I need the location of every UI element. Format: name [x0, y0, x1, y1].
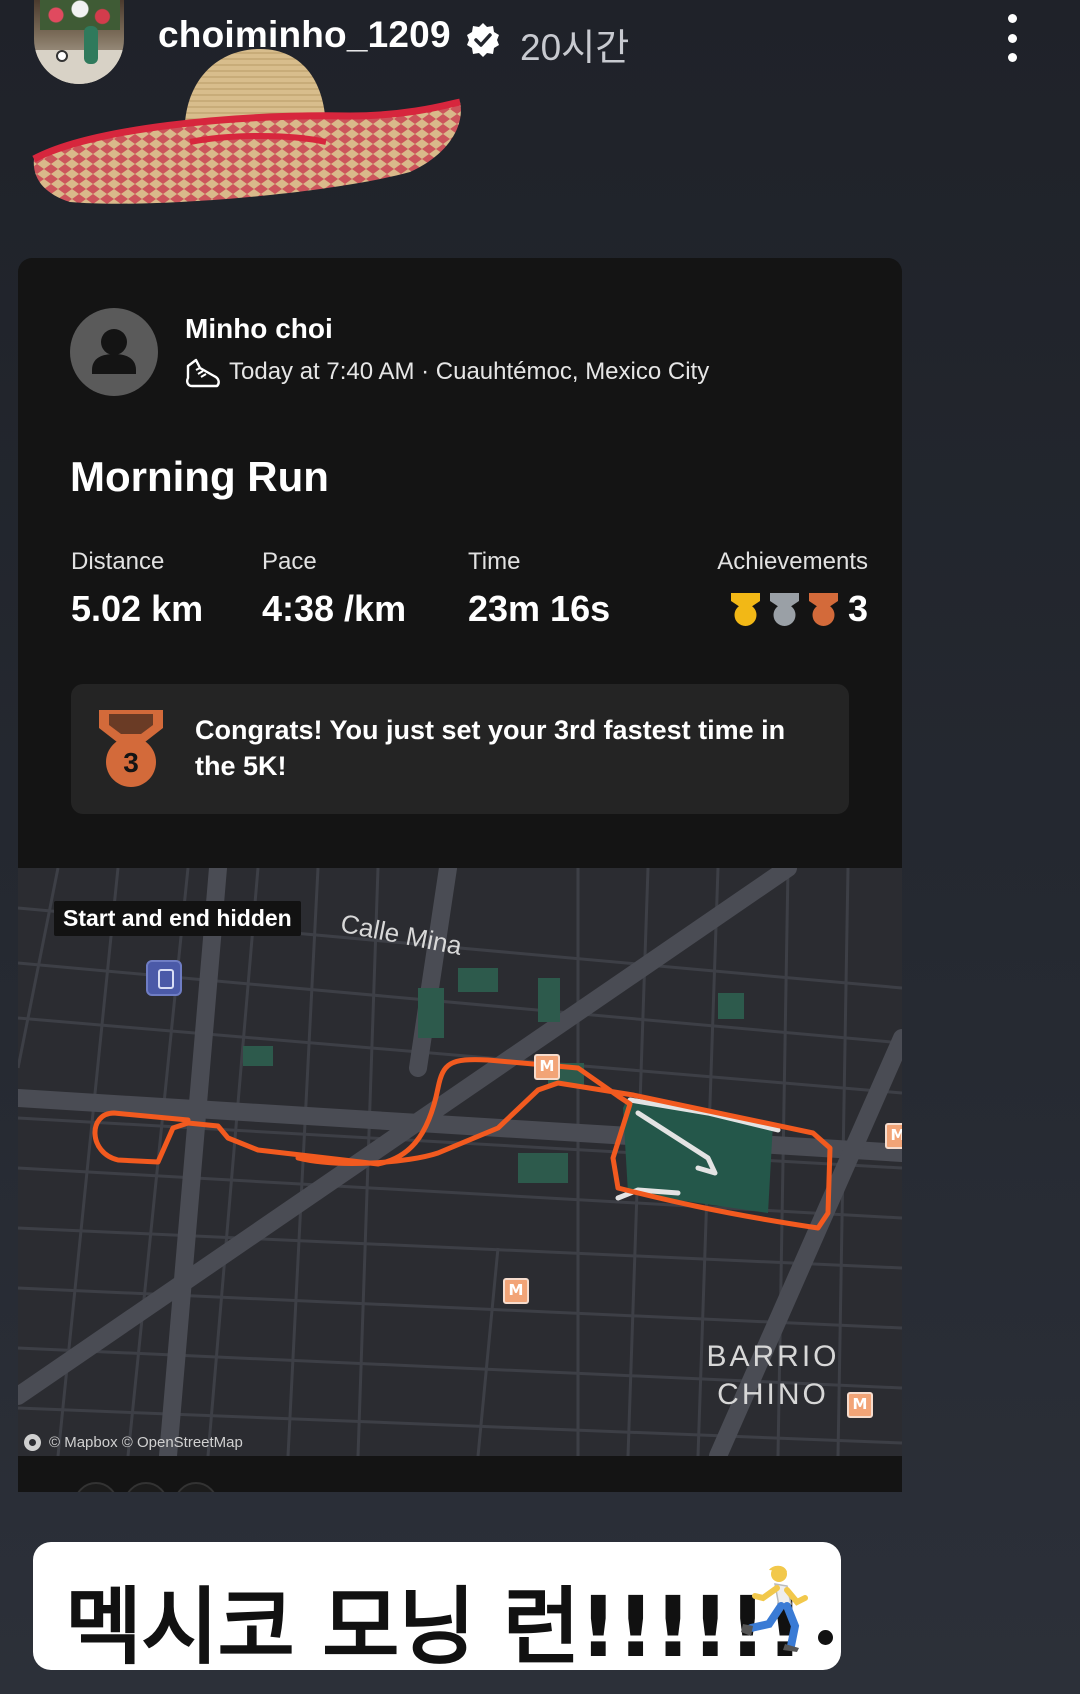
stat-distance: Distance 5.02 km — [71, 548, 203, 630]
kudos-avatar — [74, 1482, 118, 1492]
stat-value: 5.02 km — [71, 588, 204, 629]
district-label: BARRIO CHINO — [678, 1338, 868, 1414]
metro-station-icon[interactable] — [534, 1054, 560, 1080]
district-line: BARRIO — [706, 1340, 840, 1373]
activity-meta: Today at 7:40 AM · Cuauhtémoc, Mexico Ci… — [229, 358, 710, 385]
stat-value: 23m 16s — [468, 588, 611, 629]
achievement-banner[interactable]: 3 Congrats! You just set your 3rd fastes… — [71, 684, 849, 814]
stat-achievements[interactable]: Achievements 3 — [698, 548, 868, 630]
achievements-count: 3 — [847, 588, 868, 629]
more-vertical-icon[interactable] — [1002, 14, 1022, 62]
transit-station-icon[interactable] — [146, 960, 182, 996]
privacy-badge: Start and end hidden — [54, 901, 301, 936]
stat-label: Achievements — [717, 548, 868, 575]
avatar-flowers — [40, 0, 120, 30]
achievement-text: Congrats! You just set your 3rd fastest … — [195, 715, 786, 781]
stat-label: Time — [468, 548, 521, 575]
district-line: CHINO — [717, 1378, 829, 1411]
bronze-medal-icon — [808, 593, 838, 626]
kudos-avatar — [124, 1482, 168, 1492]
kudos-avatar — [174, 1482, 218, 1492]
more-dot — [1007, 14, 1017, 23]
attribution-text: © Mapbox © OpenStreetMap — [49, 1434, 243, 1451]
caption-sticker: 멕시코 모닝 런!!!!!! — [33, 1542, 841, 1676]
stat-label: Pace — [262, 548, 317, 575]
post-time: 20시간 — [520, 27, 630, 68]
caption-dot — [818, 1630, 833, 1645]
sombrero-sticker — [32, 49, 461, 204]
running-shoe-icon — [186, 358, 220, 388]
metro-station-icon[interactable] — [503, 1278, 529, 1304]
athlete-name[interactable]: Minho choi — [185, 313, 333, 345]
achievement-medals: 3 — [698, 588, 868, 630]
stat-label: Distance — [71, 548, 165, 575]
person-icon — [92, 329, 136, 374]
more-dot — [1007, 33, 1017, 43]
person-running-icon — [741, 1565, 808, 1652]
caption-text: 멕시코 모닝 런!!!!!! — [65, 1578, 804, 1676]
mapbox-logo-icon — [24, 1434, 41, 1451]
route-map[interactable]: Start and end hidden Calle Mina BARRIO C… — [18, 868, 902, 1456]
more-dot — [1007, 53, 1017, 62]
activity-title[interactable]: Morning Run — [70, 453, 329, 501]
silver-medal-icon — [769, 593, 799, 626]
stat-value: 4:38 /km — [262, 588, 407, 629]
metro-station-icon[interactable] — [885, 1123, 902, 1149]
map-attribution[interactable]: © Mapbox © OpenStreetMap — [24, 1434, 243, 1451]
athlete-avatar[interactable] — [70, 308, 158, 396]
stat-pace: Pace 4:38 /km — [262, 548, 406, 630]
medal-number: 3 — [123, 747, 139, 778]
kudos-avatars[interactable] — [74, 1482, 218, 1492]
gold-medal-icon — [730, 593, 760, 626]
stat-time: Time 23m 16s — [468, 548, 610, 630]
activity-card[interactable]: Minho choi Today at 7:40 AM · Cuauhtémoc… — [18, 258, 902, 1492]
bronze-medal-icon: 3 — [99, 710, 163, 787]
